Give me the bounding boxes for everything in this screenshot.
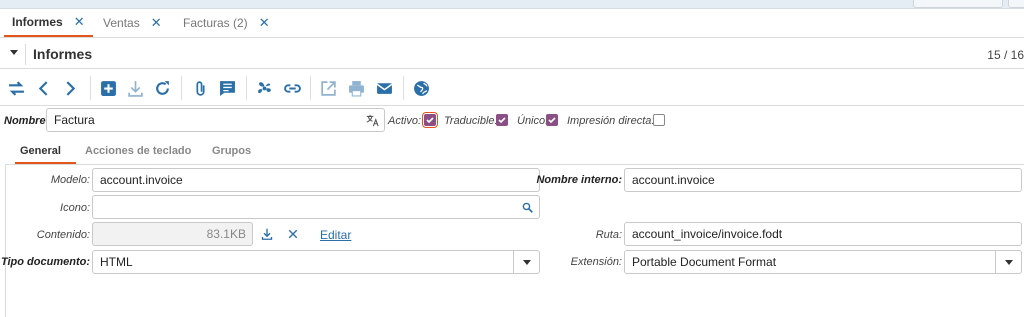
top-strip-button[interactable] xyxy=(913,0,1003,8)
reload-icon[interactable] xyxy=(152,78,172,98)
tab-grupos[interactable]: Grupos xyxy=(212,145,251,157)
new-record-icon[interactable] xyxy=(98,78,118,98)
impresion-directa-label: Impresión directa: xyxy=(567,115,655,127)
relate-icon[interactable] xyxy=(282,78,302,98)
extension-value: Portable Document Format xyxy=(632,255,777,269)
translate-icon[interactable] xyxy=(360,109,384,131)
nombre-interno-value: account.invoice xyxy=(632,173,715,187)
contenido-label: Contenido: xyxy=(36,229,90,241)
toolbar-divider xyxy=(403,76,404,100)
previous-icon[interactable] xyxy=(33,78,53,98)
form-tabs: General Acciones de teclado Grupos xyxy=(5,139,1024,165)
extension-label: Extensión: xyxy=(570,256,622,268)
ruta-label: Ruta: xyxy=(595,229,622,241)
page-title: Informes xyxy=(33,46,93,62)
toolbar-divider xyxy=(90,76,91,100)
tab-ventas[interactable]: Ventas ✕ xyxy=(95,9,170,37)
note-icon[interactable] xyxy=(217,78,237,98)
close-icon[interactable]: ✕ xyxy=(74,14,85,30)
nombre-label: Nombre: xyxy=(4,115,50,127)
divider xyxy=(25,44,26,65)
modelo-label: Modelo: xyxy=(50,174,90,186)
activo-label: Activo: xyxy=(388,115,422,127)
tab-general[interactable]: General xyxy=(20,145,61,157)
icono-label: Icono: xyxy=(60,202,90,214)
chevron-down-icon[interactable] xyxy=(995,251,1021,273)
print-icon[interactable] xyxy=(346,78,366,98)
activo-checkbox[interactable] xyxy=(422,112,438,128)
nombre-value: Factura xyxy=(54,113,95,127)
tab-facturas[interactable]: Facturas (2) ✕ xyxy=(175,9,278,37)
switch-view-icon[interactable] xyxy=(6,78,26,98)
traducible-label: Traducible: xyxy=(444,115,498,127)
icono-field[interactable] xyxy=(92,195,540,219)
impresion-directa-checkbox[interactable] xyxy=(653,114,665,126)
email-icon[interactable] xyxy=(374,78,394,98)
contenido-field: 83.1KB xyxy=(92,222,253,246)
extension-select[interactable]: Portable Document Format xyxy=(624,250,1022,274)
tipo-documento-value: HTML xyxy=(100,255,133,269)
document-tabs: Informes ✕ Ventas ✕ Facturas (2) ✕ xyxy=(0,9,1024,38)
clear-icon[interactable] xyxy=(284,225,302,243)
toolbar-divider xyxy=(181,76,182,100)
search-icon[interactable] xyxy=(515,196,539,218)
next-icon[interactable] xyxy=(60,78,80,98)
chevron-down-icon[interactable] xyxy=(10,50,18,55)
chevron-down-icon[interactable] xyxy=(513,251,539,273)
close-icon[interactable]: ✕ xyxy=(151,15,162,31)
globe-icon[interactable] xyxy=(411,78,431,98)
tab-informes[interactable]: Informes ✕ xyxy=(4,9,93,37)
toolbar xyxy=(0,70,1024,106)
tab-label: Ventas xyxy=(103,16,140,30)
tab-label: Facturas (2) xyxy=(183,16,248,30)
unico-label: Único: xyxy=(517,115,549,127)
tab-acciones-de-teclado[interactable]: Acciones de teclado xyxy=(85,145,191,157)
toolbar-divider xyxy=(310,76,311,100)
download-icon[interactable] xyxy=(258,225,276,243)
ruta-value: account_invoice/invoice.fodt xyxy=(632,227,783,241)
top-strip-button[interactable] xyxy=(1008,0,1024,8)
ruta-field[interactable]: account_invoice/invoice.fodt xyxy=(624,222,1022,246)
unico-checkbox[interactable] xyxy=(546,114,558,126)
tab-label: Informes xyxy=(12,15,63,29)
traducible-checkbox[interactable] xyxy=(496,114,508,126)
contenido-value: 83.1KB xyxy=(206,227,246,241)
nombre-interno-field[interactable]: account.invoice xyxy=(624,168,1022,192)
modelo-value: account.invoice xyxy=(100,173,183,187)
action-icon[interactable] xyxy=(254,78,274,98)
close-icon[interactable]: ✕ xyxy=(259,15,270,31)
nombre-interno-label: Nombre interno: xyxy=(536,174,622,186)
active-tab-indicator xyxy=(15,162,76,164)
modelo-field[interactable]: account.invoice xyxy=(92,168,540,192)
tipo-documento-select[interactable]: HTML xyxy=(92,250,540,274)
open-external-icon[interactable] xyxy=(318,78,338,98)
record-count: 15 / 16 xyxy=(987,48,1024,62)
editar-link[interactable]: Editar xyxy=(320,228,351,242)
top-window-strip xyxy=(0,0,1024,9)
attachment-icon[interactable] xyxy=(190,78,210,98)
save-icon[interactable] xyxy=(125,78,145,98)
tipo-documento-label: Tipo documento: xyxy=(0,256,90,268)
title-bar: Informes 15 / 16 xyxy=(0,40,1024,69)
nombre-field[interactable]: Factura xyxy=(46,108,385,132)
toolbar-divider xyxy=(246,76,247,100)
